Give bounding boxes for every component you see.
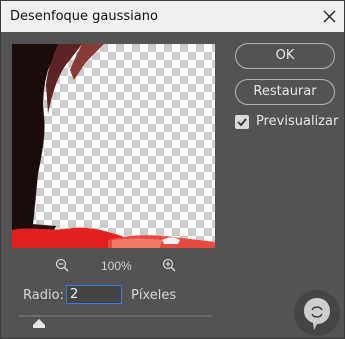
preview-toggle[interactable]: Previsualizar (235, 114, 339, 130)
gaussian-blur-dialog: Desenfoque gaussiano OK Restaurar Previs… (0, 0, 345, 339)
zoom-level: 100% (101, 259, 132, 273)
preview-checkbox[interactable] (235, 115, 249, 129)
zoom-in-icon (162, 258, 176, 272)
checkmark-icon (237, 118, 247, 127)
preview-canvas[interactable] (12, 44, 215, 248)
zoom-in-button[interactable] (162, 258, 176, 275)
radius-slider-thumb[interactable] (33, 319, 45, 328)
dialog-title: Desenfoque gaussiano (10, 9, 158, 24)
close-button[interactable] (314, 1, 344, 32)
radius-input[interactable] (66, 285, 122, 304)
preview-image (12, 44, 215, 248)
radius-slider-track[interactable] (19, 315, 212, 317)
radius-unit: Píxeles (131, 288, 177, 303)
radius-label: Radio: (23, 288, 64, 303)
reset-button[interactable]: Restaurar (235, 79, 335, 105)
watermark-logo (294, 290, 340, 336)
zoom-out-icon (55, 258, 69, 272)
close-icon (323, 10, 336, 23)
title-bar: Desenfoque gaussiano (1, 1, 344, 32)
preview-label: Previsualizar (256, 114, 339, 129)
zoom-out-button[interactable] (55, 258, 69, 275)
ok-button[interactable]: OK (235, 43, 335, 69)
